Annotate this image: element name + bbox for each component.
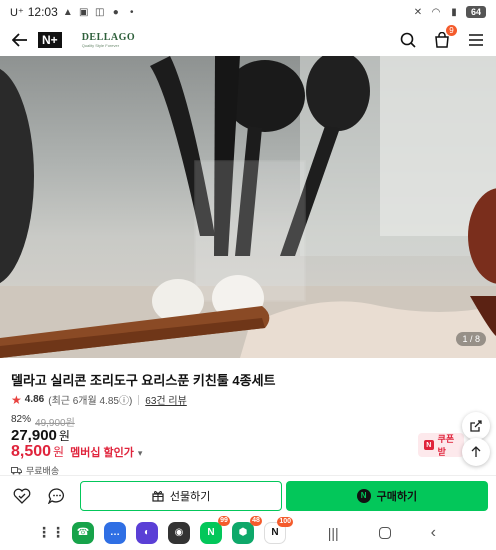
- gift-label: 선물하기: [169, 490, 211, 503]
- mute-icon: ✕: [413, 6, 423, 18]
- npay-icon: N: [356, 488, 371, 503]
- back-arrow-icon[interactable]: [10, 30, 30, 50]
- gift-icon: [152, 490, 164, 502]
- rating-score: 4.86: [24, 394, 45, 405]
- back-icon[interactable]: ‹: [431, 524, 436, 542]
- product-image[interactable]: 1 / 8: [0, 56, 496, 358]
- coupon-label: 쿠폰 받: [437, 434, 455, 457]
- price-unit: 원: [58, 429, 70, 443]
- app-drawer-icon[interactable]: ⋮⋮: [37, 522, 65, 544]
- recents-icon[interactable]: |||: [328, 525, 339, 541]
- chevron-down-icon: ▾: [137, 448, 143, 458]
- reviews-link[interactable]: 63건 리뷰: [145, 392, 187, 407]
- gallery-icon: ▣: [79, 6, 89, 18]
- share-icon: [470, 420, 482, 432]
- scroll-top-button[interactable]: [462, 438, 490, 466]
- status-bar: U⁺ 12:03 ▲ ▣ ◫ ● • ✕ ◠ ▮ 64: [0, 0, 496, 24]
- phone-app-icon[interactable]: ☎: [72, 521, 94, 544]
- app-badge: 99: [218, 515, 230, 526]
- product-title: 델라고 실리콘 조리도구 요리스푼 키친툴 4종세트: [11, 373, 276, 388]
- recent-rating[interactable]: (최근 6개월 4.85ⓘ): [48, 392, 132, 407]
- clock: 12:03: [27, 5, 58, 19]
- member-price-unit: 원: [53, 445, 65, 459]
- rating-row: ★ 4.86 (최근 6개월 4.85ⓘ) 63건 리뷰: [11, 392, 187, 408]
- chat-icon: ●: [112, 6, 119, 18]
- wishlist-button[interactable]: [8, 482, 35, 510]
- sale-price: 27,900 원: [11, 427, 70, 444]
- coupon-button[interactable]: N 쿠폰 받: [418, 433, 464, 457]
- chat-bubble-icon: [47, 487, 64, 504]
- truck-icon: [11, 466, 22, 474]
- brand-name: DELLAGO: [81, 31, 136, 43]
- talk-button[interactable]: [43, 482, 70, 510]
- naver-map-app-icon[interactable]: ⬢ 48: [232, 515, 262, 544]
- carrier-label: U⁺: [10, 6, 24, 19]
- messages-app-icon[interactable]: …: [104, 521, 126, 544]
- cart-count-badge: 9: [446, 25, 457, 36]
- camera-app-icon[interactable]: ◉: [168, 521, 190, 544]
- member-price-value: 8,500: [11, 443, 52, 460]
- purchase-bar: 선물하기 N 구매하기: [0, 475, 496, 515]
- battery-icon: 64: [466, 6, 486, 18]
- notion-app-icon[interactable]: N 100: [264, 516, 293, 544]
- heart-check-icon: [13, 488, 31, 504]
- nplus-logo[interactable]: N+: [38, 32, 62, 48]
- arrow-up-icon: [471, 446, 481, 457]
- share-button[interactable]: [462, 412, 490, 440]
- search-icon[interactable]: [398, 30, 418, 50]
- brand-tagline: Quality Style Forever: [81, 42, 120, 48]
- buy-button[interactable]: N 구매하기: [285, 480, 488, 511]
- image-pager: 1 / 8: [456, 332, 486, 346]
- screenshot-icon: ◫: [95, 6, 105, 18]
- app-badge: 100: [277, 516, 293, 527]
- warning-icon: ▲: [62, 6, 73, 18]
- app-header: N+ DELLAGO Quality Style Forever 9: [0, 24, 496, 56]
- membership-price[interactable]: 8,500 원 멤버십 할인가 ▾: [11, 443, 142, 461]
- member-price-label: 멤버십 할인가: [70, 447, 134, 459]
- wifi-icon: ◠: [431, 6, 441, 18]
- cart-button[interactable]: 9: [432, 25, 457, 50]
- home-icon[interactable]: [378, 526, 391, 539]
- naver-n-icon: N: [424, 440, 434, 450]
- naver-app-icon[interactable]: N 99: [200, 515, 230, 544]
- menu-icon[interactable]: [466, 30, 486, 50]
- app-badge: 48: [250, 515, 262, 526]
- buy-label: 구매하기: [376, 490, 418, 503]
- app-dock: ⋮⋮ ☎ … ◐ ◉ N 99 ⬢ 48 N 100: [37, 515, 293, 544]
- dot-icon: •: [130, 6, 134, 18]
- signal-icon: ▮: [451, 6, 457, 18]
- price-value: 27,900: [11, 427, 57, 444]
- internet-app-icon[interactable]: ◐: [136, 521, 158, 544]
- system-nav-bar: ⋮⋮ ☎ … ◐ ◉ N 99 ⬢ 48 N 100 ||| ‹: [0, 515, 496, 550]
- divider: [138, 394, 140, 405]
- gift-button[interactable]: 선물하기: [80, 480, 282, 511]
- brand-logo[interactable]: DELLAGO Quality Style Forever: [81, 31, 136, 48]
- star-icon: ★: [11, 392, 22, 407]
